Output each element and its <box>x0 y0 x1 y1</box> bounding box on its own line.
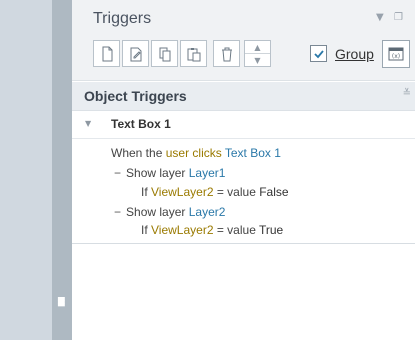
move-down-icon[interactable]: ▼ <box>245 54 270 66</box>
paste-icon <box>187 47 200 61</box>
action-text: Show layer <box>126 205 186 219</box>
action-row-2[interactable]: − Show layer Layer2 <box>114 205 225 219</box>
operator-text: = value <box>216 185 256 199</box>
list-divider <box>72 243 415 244</box>
group-label[interactable]: Group <box>335 46 374 62</box>
object-row[interactable]: ▼ Text Box 1 <box>72 110 415 139</box>
event-text[interactable]: user clicks <box>166 146 222 160</box>
delete-button[interactable] <box>213 40 240 67</box>
panel-title: Triggers <box>93 10 152 27</box>
dash-icon: − <box>114 205 122 219</box>
delete-icon <box>221 47 232 61</box>
target-link[interactable]: Text Box 1 <box>225 146 281 160</box>
if-text: If <box>141 223 148 237</box>
grip-icon: ▬ ▬ ▬ <box>57 294 66 310</box>
panel-float-icon[interactable]: ❐ <box>394 12 403 23</box>
left-gutter <box>0 0 52 340</box>
if-text: If <box>141 185 148 199</box>
section-title: Object Triggers <box>84 88 187 104</box>
collapse-all-icon[interactable]: ≚ <box>403 88 411 99</box>
edit-page-icon <box>130 47 141 61</box>
value-text: False <box>259 185 289 199</box>
panel-menu-icon[interactable]: ▼ <box>376 12 384 23</box>
trigger-event-line[interactable]: When the user clicks Text Box 1 <box>111 146 281 160</box>
when-text: When the <box>111 146 163 160</box>
group-checkbox[interactable] <box>310 45 327 62</box>
svg-text:(x): (x) <box>392 53 400 60</box>
layer-link[interactable]: Layer2 <box>189 205 226 219</box>
move-up-icon[interactable]: ▲ <box>245 41 270 54</box>
variable-link[interactable]: ViewLayer2 <box>151 223 213 237</box>
object-triggers-header[interactable]: Object Triggers ≚ <box>72 82 415 111</box>
panel-header: Triggers ▼ ❐ ▲ ▼ Group (x) <box>72 0 415 81</box>
new-trigger-button[interactable] <box>93 40 120 67</box>
variables-icon: (x) <box>388 47 404 61</box>
triggers-panel: Triggers ▼ ❐ ▲ ▼ Group (x) Object Trigge… <box>72 0 415 340</box>
panel-splitter[interactable]: ▬ ▬ ▬ <box>52 0 72 340</box>
action-text: Show layer <box>126 166 186 180</box>
new-page-icon <box>102 46 112 61</box>
manage-variables-button[interactable]: (x) <box>382 40 410 68</box>
edit-trigger-button[interactable] <box>122 40 149 67</box>
copy-icon <box>159 47 170 61</box>
checkmark-icon <box>313 49 324 58</box>
operator-text: = value <box>216 223 256 237</box>
condition-row-2[interactable]: If ViewLayer2 = value True <box>141 223 283 237</box>
action-row-1[interactable]: − Show layer Layer1 <box>114 166 225 180</box>
dash-icon: − <box>114 166 122 180</box>
layer-link[interactable]: Layer1 <box>189 166 226 180</box>
copy-button[interactable] <box>151 40 178 67</box>
object-name: Text Box 1 <box>111 117 171 131</box>
paste-button[interactable] <box>180 40 207 67</box>
reorder-spinner[interactable]: ▲ ▼ <box>244 40 271 67</box>
variable-link[interactable]: ViewLayer2 <box>151 185 213 199</box>
value-text: True <box>259 223 284 237</box>
condition-row-1[interactable]: If ViewLayer2 = value False <box>141 185 289 199</box>
expand-arrow-icon[interactable]: ▼ <box>85 119 91 128</box>
